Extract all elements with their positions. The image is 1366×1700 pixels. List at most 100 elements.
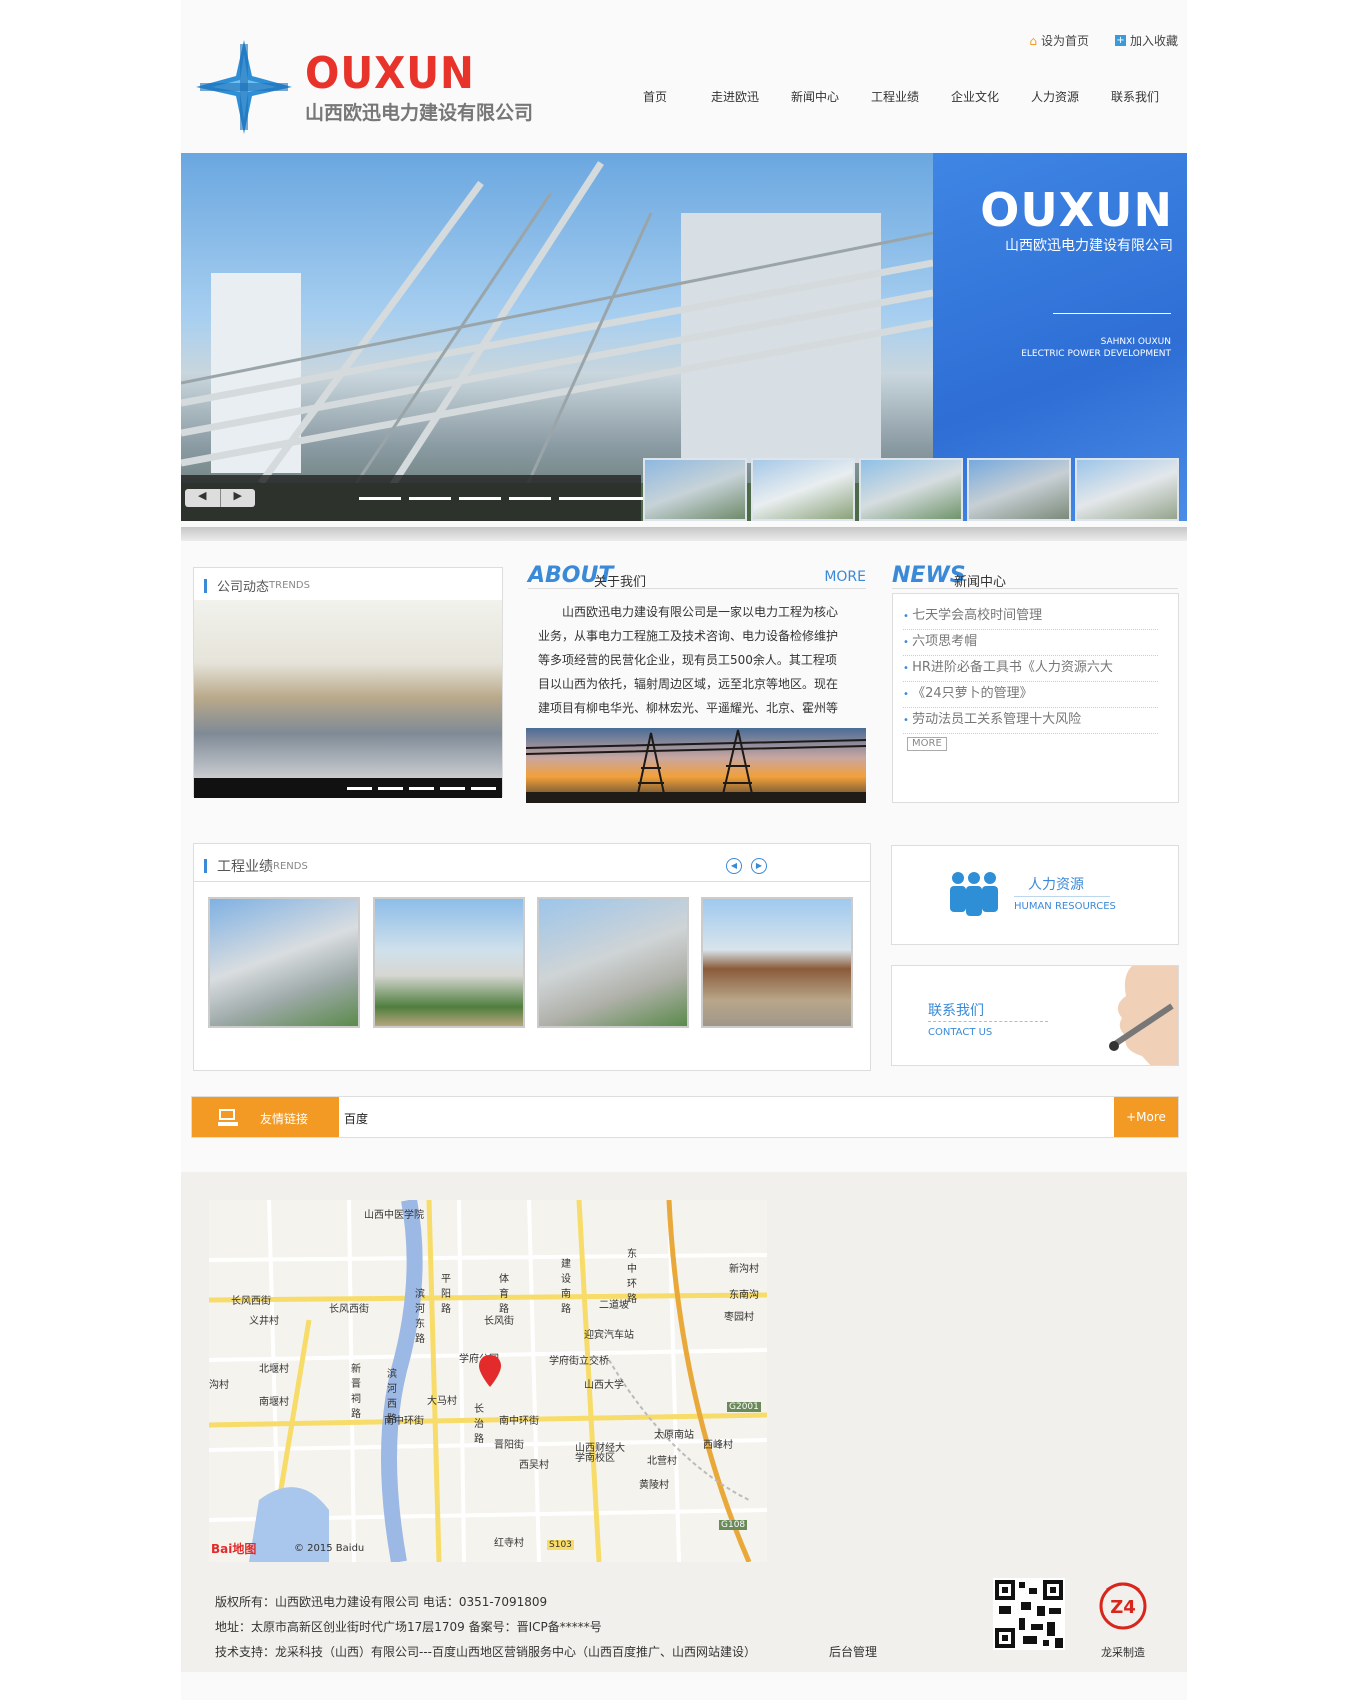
prev-arrow-icon[interactable]: ◀ (185, 489, 221, 507)
map-label: 山西大学 (584, 1380, 624, 1391)
map-label: 长风西街 (231, 1296, 271, 1307)
set-home-label: 设为首页 (1040, 34, 1089, 48)
logo-cross-icon[interactable] (196, 40, 292, 134)
news-item[interactable]: 七天学会高校时间管理 (903, 604, 1158, 630)
admin-link[interactable]: 后台管理 (829, 1643, 877, 1660)
about-text: 山西欧迅电力建设有限公司是一家以电力工程为核心业务，从事电力工程施工及技术咨询、… (538, 605, 839, 715)
map-label: 长风西街 (329, 1304, 369, 1315)
map-label: 迎宾汽车站 (584, 1330, 634, 1341)
nav-item-home[interactable]: 首页 (615, 88, 695, 105)
news-item[interactable]: 《24只萝卜的管理》 (903, 682, 1158, 708)
map-label: 大马村 (427, 1396, 457, 1407)
map-label: 西吴村 (519, 1460, 549, 1471)
banner-brand-text: OUXUN (980, 183, 1173, 237)
map-road-badge: G108 (719, 1520, 748, 1530)
banner-dot[interactable] (509, 497, 551, 500)
map-label: 南堰村 (259, 1397, 289, 1408)
banner-thumb[interactable] (751, 458, 855, 521)
banner-thumb[interactable] (859, 458, 963, 521)
contact-box[interactable]: 联系我们 CONTACT US (891, 965, 1179, 1066)
map-label: 北堰村 (259, 1364, 289, 1375)
banner-thumb[interactable] (1075, 458, 1179, 521)
banner-controls: ◀ ▶ (181, 475, 659, 521)
banner-dot[interactable] (409, 497, 451, 500)
trends-photo[interactable] (194, 600, 502, 778)
trends-dot[interactable] (409, 787, 434, 790)
nav-item-contact[interactable]: 联系我们 (1095, 88, 1175, 105)
plus-icon: + (1114, 35, 1126, 46)
trends-dot[interactable] (471, 787, 496, 790)
footer-copyright: 版权所有：山西欧迅电力建设有限公司 电话：0351-7091809 (215, 1595, 548, 1609)
next-arrow-icon[interactable]: ▶ (221, 489, 256, 507)
nav-item-projects[interactable]: 工程业绩 (855, 88, 935, 105)
banner-thumb[interactable] (643, 458, 747, 521)
projects-prev-icon[interactable]: ◀ (726, 858, 742, 874)
about-photo[interactable] (525, 728, 867, 804)
map-label: 山西财经大学南校区 (575, 1443, 625, 1464)
projects-next-icon[interactable]: ▶ (751, 858, 767, 874)
people-icon (950, 872, 998, 916)
friend-link[interactable]: 百度 (344, 1110, 368, 1127)
map-label: 太原南站 (654, 1430, 694, 1441)
news-more-button[interactable]: MORE (907, 737, 947, 751)
main-nav: 首页 走进欧迅 新闻中心 工程业绩 企业文化 人力资源 联系我们 (615, 88, 1175, 105)
trends-dots (347, 787, 496, 790)
map-label: 山西中医学院 (364, 1210, 424, 1221)
set-home-link[interactable]: ⌂ 设为首页 (1029, 32, 1089, 49)
baidu-map-logo[interactable]: Bai地图 (211, 1540, 256, 1557)
map-label: 长治路 (474, 1404, 484, 1445)
top-links: ⌂ 设为首页 + 加入收藏 (1029, 32, 1178, 49)
logo-text[interactable]: OUXUN (305, 48, 475, 99)
contact-title-en: CONTACT US (928, 1027, 993, 1038)
map-label: 枣园村 (724, 1312, 754, 1323)
project-thumb[interactable] (373, 897, 525, 1028)
map-label: 滨河东路 (415, 1289, 425, 1345)
hr-title-en: HUMAN RESOURCES (1014, 901, 1116, 912)
footer-tech-support[interactable]: 技术支持：龙采科技（山西）有限公司---百度山西地区营销服务中心（山西百度推广、… (215, 1643, 756, 1660)
map-label: 东南沟 (729, 1290, 759, 1301)
trends-dot[interactable] (440, 787, 465, 790)
banner-thumb[interactable] (967, 458, 1071, 521)
news-list: 七天学会高校时间管理 六项思考帽 HR进阶必备工具书《人力资源六大 《24只萝卜… (903, 604, 1158, 734)
news-item[interactable]: 劳动法员工关系管理十大风险 (903, 708, 1158, 734)
banner-divider (1053, 313, 1171, 314)
banner-dot[interactable] (459, 497, 501, 500)
map-label: 晋阳街 (494, 1440, 524, 1451)
map-marker-icon[interactable] (479, 1355, 501, 1387)
contact-divider (928, 1021, 1048, 1022)
footer-address: 地址：太原市高新区创业街时代广场17层1709 备案号：晋ICP备*****号 (215, 1620, 602, 1634)
friend-links-more-button[interactable]: +More (1114, 1097, 1178, 1137)
nav-item-hr[interactable]: 人力资源 (1015, 88, 1095, 105)
news-item[interactable]: HR进阶必备工具书《人力资源六大 (903, 656, 1158, 682)
projects-title: 工程业绩 RENDS (204, 856, 308, 876)
trends-dot[interactable] (378, 787, 403, 790)
power-tower-illustration (525, 729, 867, 804)
news-header: NEWS 新闻中心 (892, 563, 1178, 590)
nav-item-news[interactable]: 新闻中心 (775, 88, 855, 105)
map-label: 新沟村 (729, 1264, 759, 1275)
hr-box[interactable]: 人力资源 HUMAN RESOURCES (891, 845, 1179, 945)
trends-title-cn: 公司动态 (217, 580, 270, 595)
banner-company: 山西欧迅电力建设有限公司 (1005, 238, 1173, 254)
project-thumb[interactable] (701, 897, 853, 1028)
baidu-map[interactable]: 山西中医学院 长风西街 长风西街 义井村 北堰村 南堰村 沟村 平阳路 体育路 … (209, 1200, 767, 1562)
banner-slider[interactable]: OUXUN 山西欧迅电力建设有限公司 SAHNXI OUXUN ELECTRIC… (181, 153, 1187, 521)
map-label: 黄陵村 (639, 1480, 669, 1491)
news-item[interactable]: 六项思考帽 (903, 630, 1158, 656)
nav-item-about[interactable]: 走进欧迅 (695, 88, 775, 105)
trends-dot[interactable] (347, 787, 372, 790)
banner-dot[interactable] (359, 497, 401, 500)
banner-en-line1: SAHNXI OUXUN (1100, 337, 1171, 347)
map-label: 二道坡 (599, 1300, 629, 1311)
qr-code-icon (993, 1578, 1065, 1650)
add-favorite-link[interactable]: + 加入收藏 (1114, 32, 1178, 49)
about-title: 关于我们 (594, 575, 647, 590)
banner-en-line2: ELECTRIC POWER DEVELOPMENT (1021, 349, 1171, 359)
banner-arrows: ◀ ▶ (185, 489, 255, 507)
nav-item-culture[interactable]: 企业文化 (935, 88, 1015, 105)
project-thumb[interactable] (537, 897, 689, 1028)
about-more-link[interactable]: MORE (824, 569, 866, 585)
trends-pager (194, 778, 502, 798)
project-thumb[interactable] (208, 897, 360, 1028)
add-favorite-label: 加入收藏 (1129, 34, 1178, 48)
